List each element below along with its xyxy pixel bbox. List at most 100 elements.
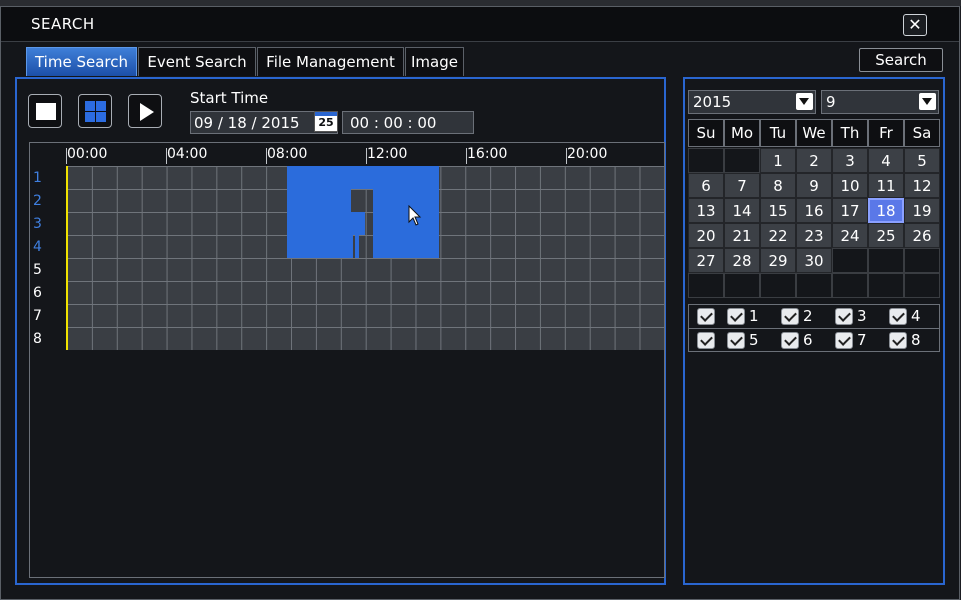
play-icon — [140, 103, 154, 121]
recording-segment[interactable] — [287, 166, 439, 189]
calendar-day[interactable]: 14 — [724, 198, 760, 223]
calendar-day[interactable]: 28 — [724, 248, 760, 273]
recording-segment[interactable] — [373, 235, 439, 258]
month-select[interactable]: 9 — [821, 90, 939, 114]
calendar-day[interactable]: 8 — [760, 173, 796, 198]
calendar-empty-cell — [688, 273, 724, 298]
calendar-day[interactable]: 6 — [688, 173, 724, 198]
calendar-day[interactable]: 22 — [760, 223, 796, 248]
calendar-empty-cell — [832, 273, 868, 298]
timeline: 00:00 04:00 08:00 12:00 16:00 20:00 1 2 … — [29, 142, 665, 578]
tab-time-search[interactable]: Time Search — [26, 47, 137, 76]
year-select[interactable]: 2015 — [688, 90, 816, 114]
calendar-empty-cell — [724, 273, 760, 298]
calendar-day[interactable]: 12 — [904, 173, 940, 198]
channel-label-1: 1 — [33, 170, 42, 186]
channel-8-checkbox[interactable] — [889, 332, 907, 349]
calendar-day[interactable]: 2 — [796, 148, 832, 173]
calendar-day[interactable]: 23 — [796, 223, 832, 248]
calendar-empty-cell — [904, 248, 940, 273]
month-value: 9 — [826, 93, 836, 111]
weekday-header: Fr — [868, 119, 904, 147]
channel-5-checkbox[interactable] — [727, 332, 745, 349]
channel-5-label: 5 — [749, 331, 759, 349]
calendar-empty-cell — [796, 273, 832, 298]
recording-segment[interactable] — [373, 189, 439, 212]
tab-file-management[interactable]: File Management — [257, 47, 404, 76]
calendar-day[interactable]: 26 — [904, 223, 940, 248]
start-time-field[interactable]: 00 : 00 : 00 — [342, 111, 474, 134]
weekday-header: We — [796, 119, 832, 147]
calendar-empty-cell — [724, 148, 760, 173]
calendar-day[interactable]: 20 — [688, 223, 724, 248]
calendar-day[interactable]: 9 — [796, 173, 832, 198]
select-all-checkbox[interactable] — [697, 308, 715, 325]
recording-segment[interactable] — [287, 212, 365, 235]
calendar-empty-cell — [760, 273, 796, 298]
calendar-day[interactable]: 15 — [760, 198, 796, 223]
calendar-day[interactable]: 16 — [796, 198, 832, 223]
calendar-day[interactable]: 3 — [832, 148, 868, 173]
calendar-day[interactable]: 19 — [904, 198, 940, 223]
chevron-down-icon — [796, 93, 813, 110]
select-all-checkbox-2[interactable] — [697, 332, 715, 349]
calendar-day[interactable]: 29 — [760, 248, 796, 273]
channel-2-checkbox[interactable] — [781, 308, 799, 325]
channel-label-5: 5 — [33, 262, 42, 278]
channel-select: 1 2 3 4 5 6 7 8 — [688, 304, 940, 352]
calendar-day[interactable]: 1 — [760, 148, 796, 173]
calendar-day[interactable]: 5 — [904, 148, 940, 173]
recording-segment[interactable] — [287, 189, 351, 212]
channel-6-checkbox[interactable] — [781, 332, 799, 349]
calendar-day[interactable]: 17 — [832, 198, 868, 223]
timeline-cursor-line — [66, 166, 68, 350]
calendar-empty-cell — [868, 273, 904, 298]
recording-segment[interactable] — [355, 235, 359, 258]
channel-4-checkbox[interactable] — [889, 308, 907, 325]
play-button[interactable] — [128, 94, 162, 128]
channel-row: 1 2 3 4 — [689, 305, 939, 328]
single-view-icon — [36, 103, 56, 120]
close-icon: ✕ — [908, 15, 922, 34]
recording-segment[interactable] — [373, 212, 439, 235]
channel-row: 5 6 7 8 — [689, 329, 939, 352]
hour-label: 20:00 — [567, 146, 608, 162]
calendar-day[interactable]: 13 — [688, 198, 724, 223]
calendar-day[interactable]: 25 — [868, 223, 904, 248]
tab-event-search[interactable]: Event Search — [138, 47, 256, 76]
quad-view-button[interactable] — [78, 94, 112, 128]
channel-label-4: 4 — [33, 239, 42, 255]
channel-1-checkbox[interactable] — [727, 308, 745, 325]
channel-7-label: 7 — [857, 331, 867, 349]
weekday-header: Sa — [904, 119, 940, 147]
channel-3-label: 3 — [857, 307, 867, 325]
hour-label: 00:00 — [67, 146, 108, 162]
channel-3-checkbox[interactable] — [835, 308, 853, 325]
calendar-day[interactable]: 4 — [868, 148, 904, 173]
calendar-icon[interactable]: 25 — [314, 111, 338, 132]
mouse-pointer-icon — [408, 205, 422, 226]
channel-label-3: 3 — [33, 216, 42, 232]
calendar-day[interactable]: 24 — [832, 223, 868, 248]
calendar-day[interactable]: 21 — [724, 223, 760, 248]
calendar-day[interactable]: 11 — [868, 173, 904, 198]
start-time-label: Start Time — [190, 89, 269, 107]
channel-7-checkbox[interactable] — [835, 332, 853, 349]
weekday-header: Tu — [760, 119, 796, 147]
recording-segment[interactable] — [287, 235, 353, 258]
tab-image[interactable]: Image — [405, 47, 464, 76]
calendar-day[interactable]: 30 — [796, 248, 832, 273]
calendar-empty-cell — [688, 148, 724, 173]
search-button[interactable]: Search — [859, 48, 943, 72]
calendar-empty-cell — [904, 273, 940, 298]
calendar-day[interactable]: 7 — [724, 173, 760, 198]
single-view-button[interactable] — [28, 94, 62, 128]
recording-grid[interactable] — [67, 166, 664, 350]
calendar-day[interactable]: 27 — [688, 248, 724, 273]
calendar-day[interactable]: 18 — [868, 198, 904, 223]
close-button[interactable]: ✕ — [903, 14, 927, 36]
calendar-grid: Su Mo Tu We Th Fr Sa 1 2 3 4 5 6 7 8 9 10 11 12 13 14 15 16 17 1… — [688, 119, 940, 299]
channel-6-label: 6 — [803, 331, 813, 349]
calendar-day[interactable]: 10 — [832, 173, 868, 198]
year-value: 2015 — [693, 93, 732, 111]
